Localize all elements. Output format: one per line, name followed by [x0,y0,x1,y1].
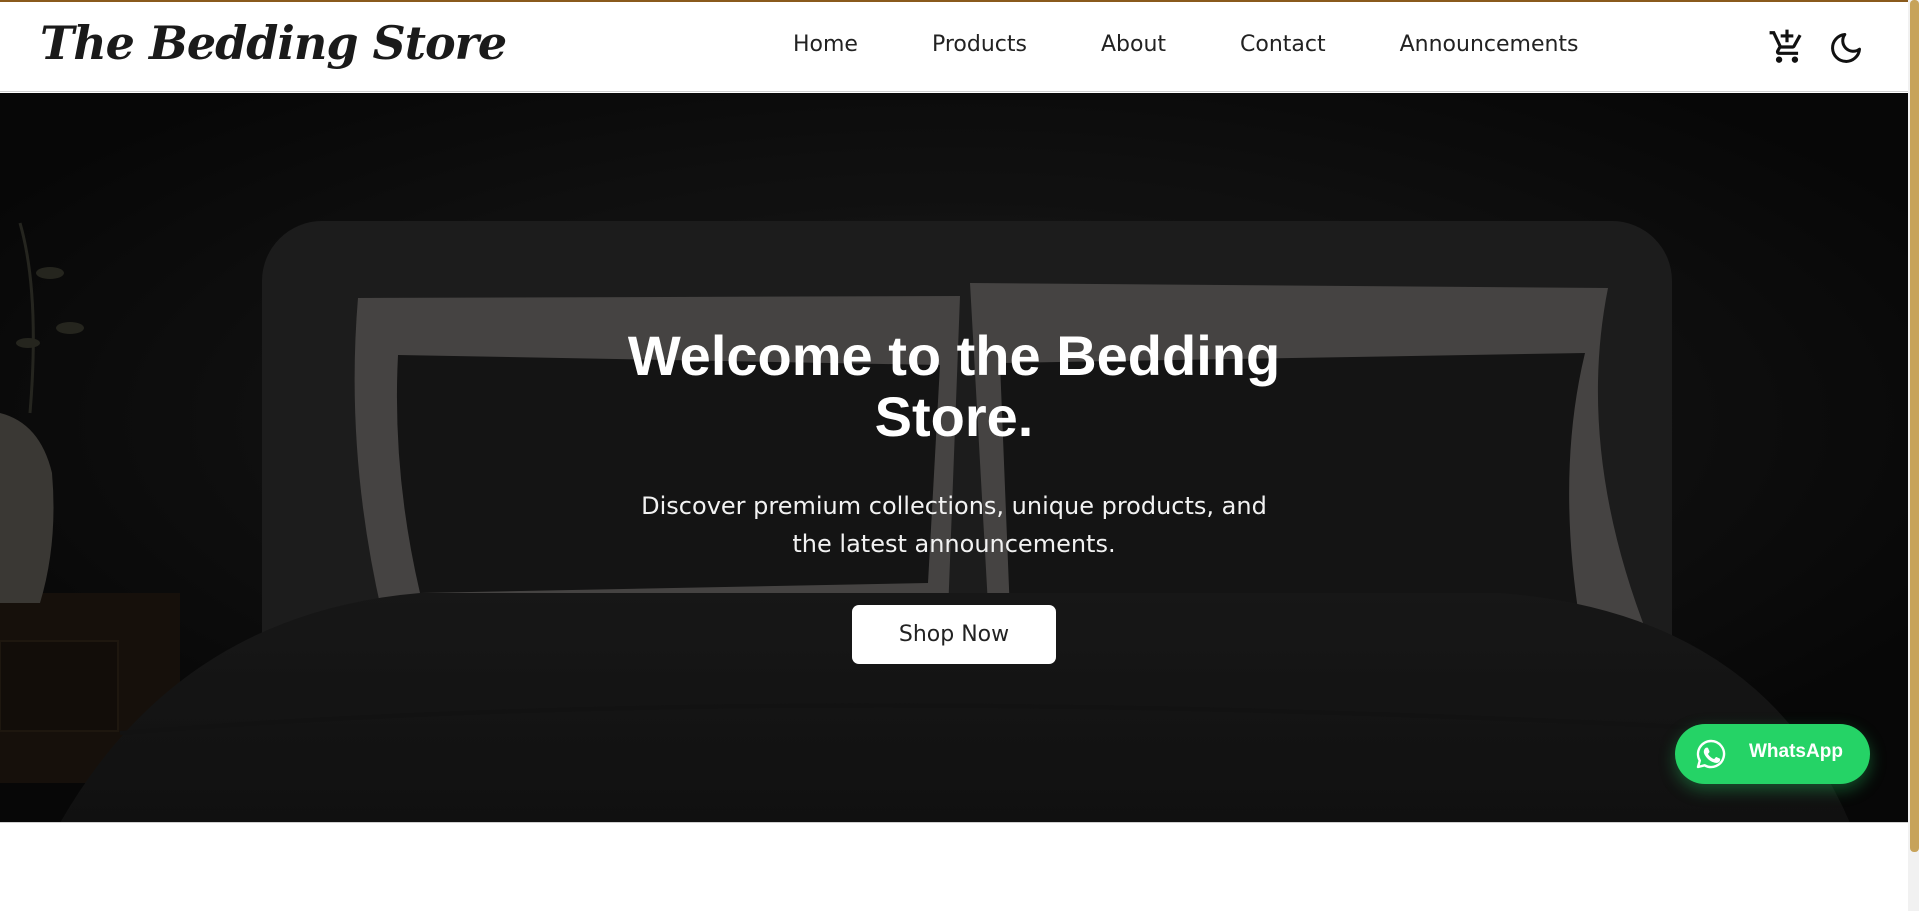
nav-contact-link[interactable]: Contact [1240,32,1326,57]
moon-icon[interactable] [1828,30,1864,66]
shop-now-button[interactable]: Shop Now [852,605,1056,664]
nav-home-link[interactable]: Home [793,32,858,57]
nav-about-link[interactable]: About [1101,32,1166,57]
whatsapp-button[interactable]: WhatsApp [1675,724,1870,784]
hero-content: Welcome to the Bedding Store. Discover p… [0,325,1908,664]
main-nav: Home Products About Contact Announcement… [793,32,1579,57]
navbar: The Bedding Store Home Products About Co… [0,2,1908,92]
hero-subtitle: Discover premium collections, unique pro… [641,492,1267,558]
site-logo[interactable]: The Bedding Store [40,16,507,70]
cart-add-icon[interactable] [1768,28,1806,66]
nav-products-link[interactable]: Products [932,32,1027,57]
scrollbar-thumb[interactable] [1910,0,1919,852]
whatsapp-icon [1696,739,1726,769]
hero-section: Welcome to the Bedding Store. Discover p… [0,93,1908,823]
whatsapp-label: WhatsApp [1749,741,1843,762]
nav-announcements-link[interactable]: Announcements [1400,32,1579,57]
hero-title: Welcome to the Bedding Store. [627,324,1281,448]
